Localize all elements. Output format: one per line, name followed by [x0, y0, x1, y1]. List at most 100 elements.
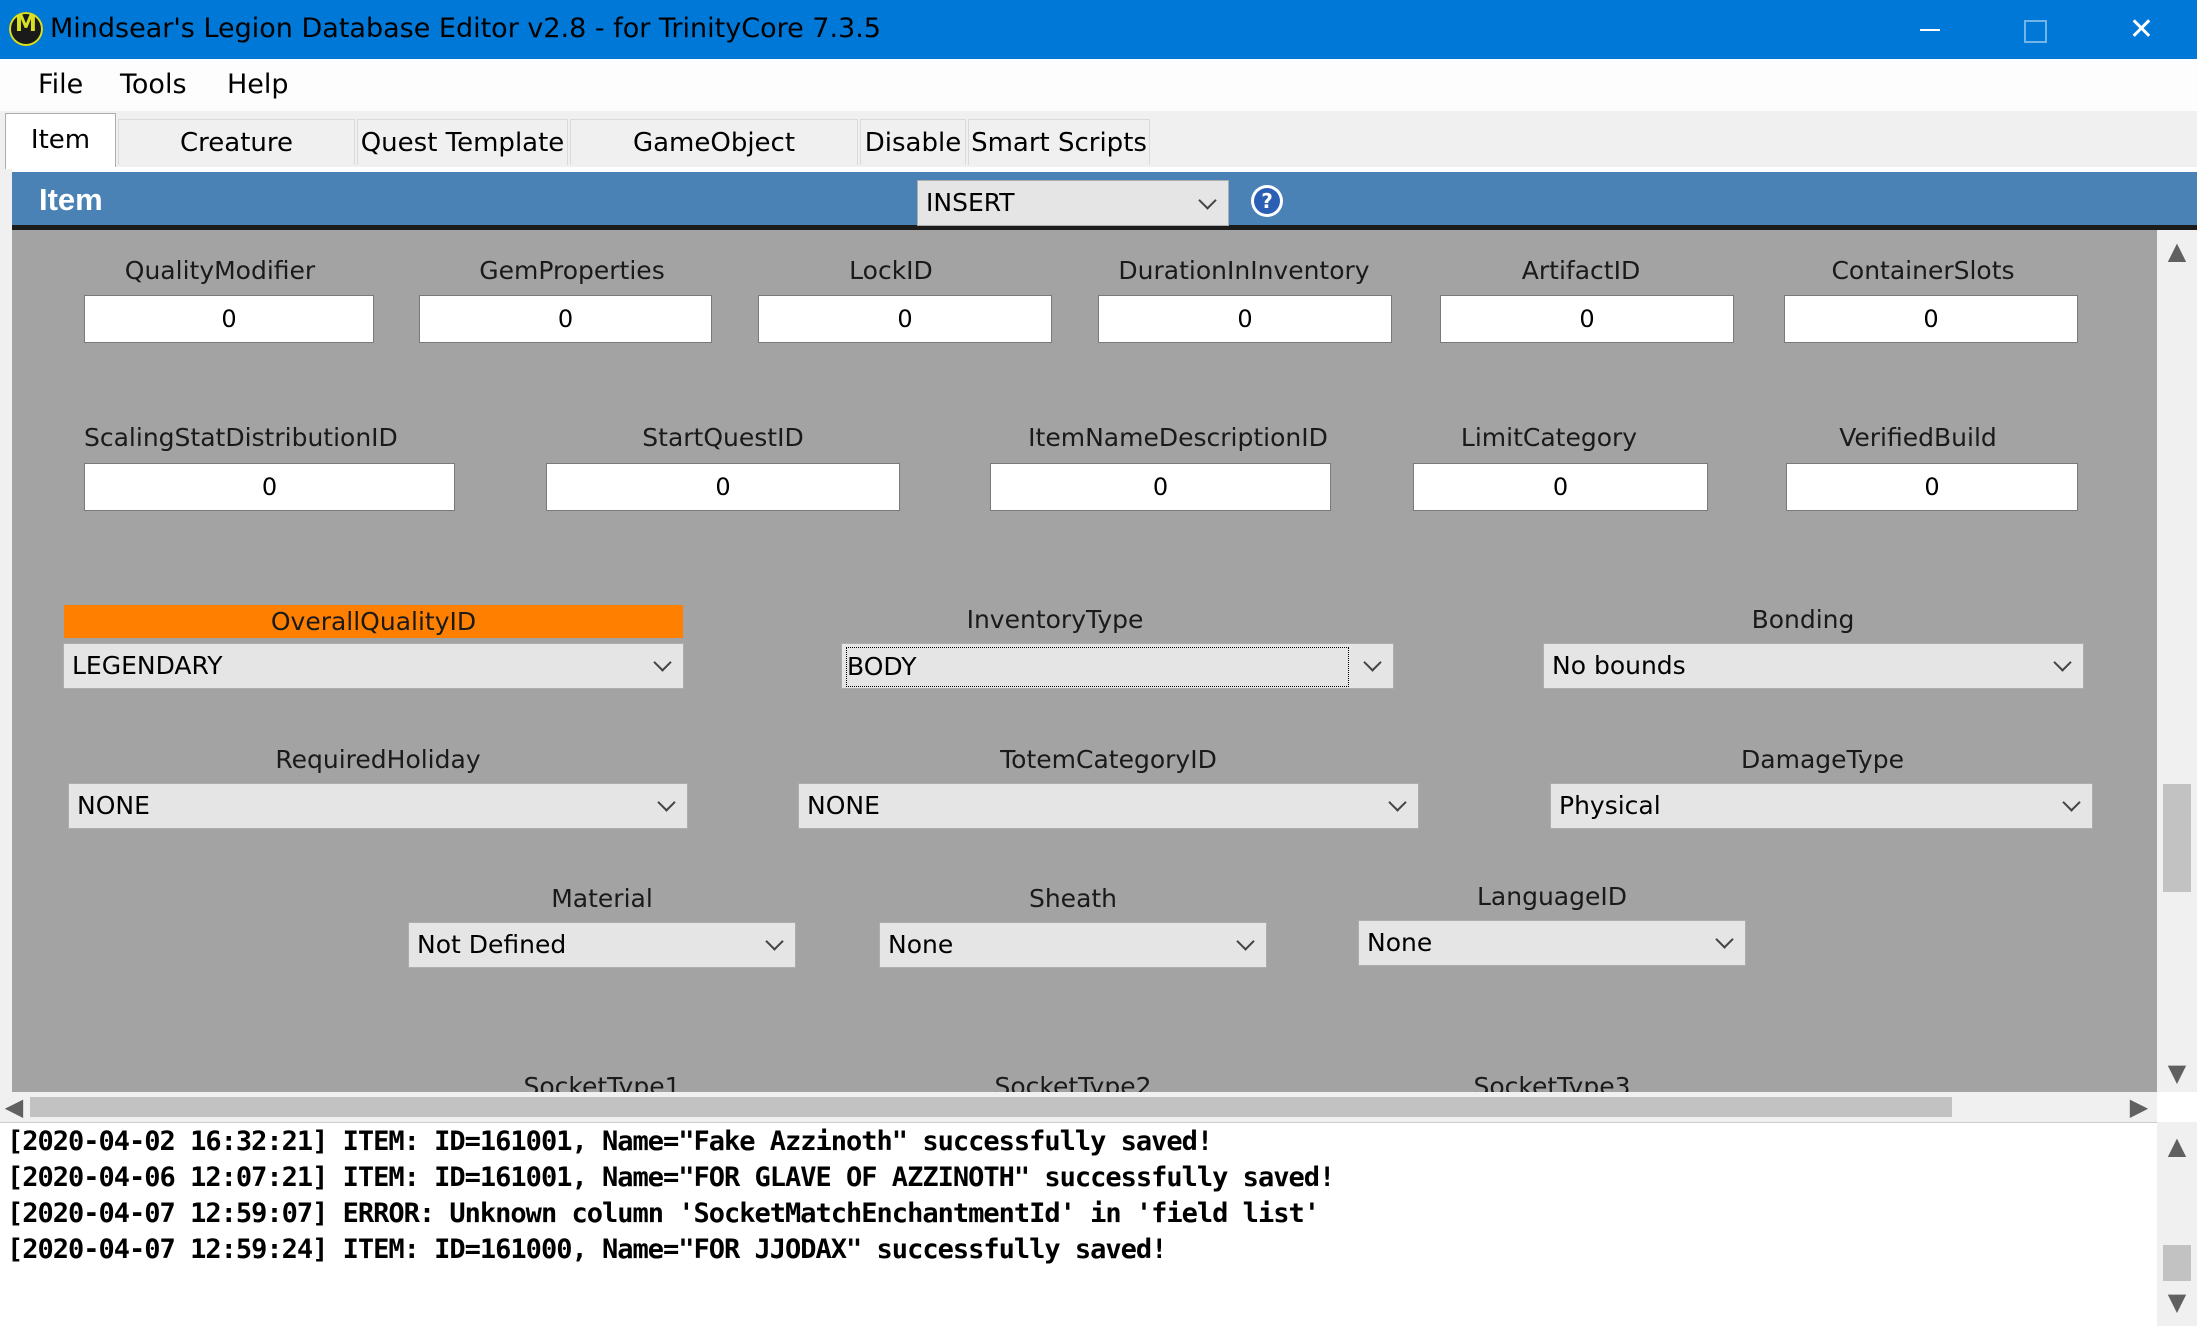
item-name-description-id-label: ItemNameDescriptionID — [1028, 423, 1328, 452]
tab-disable[interactable]: Disable — [860, 119, 966, 165]
menu-tools[interactable]: Tools — [120, 69, 187, 101]
inventory-type-label: InventoryType — [966, 605, 1144, 634]
socket-type-2-label: SocketType2 — [994, 1072, 1152, 1092]
sheath-select[interactable]: None — [879, 922, 1267, 968]
container-slots-label: ContainerSlots — [1831, 256, 2015, 285]
start-quest-id-input[interactable]: 0 — [546, 463, 900, 511]
lock-id-input[interactable]: 0 — [758, 295, 1052, 343]
language-id-select[interactable]: None — [1358, 920, 1746, 966]
help-icon: ? — [1254, 188, 1280, 214]
required-holiday-label: RequiredHoliday — [275, 745, 481, 774]
bonding-label: Bonding — [1751, 605, 1855, 634]
scroll-down-arrow-icon[interactable]: ▼ — [2157, 1058, 2197, 1088]
damage-type-label: DamageType — [1741, 745, 1904, 774]
form-vertical-scroll-thumb[interactable] — [2163, 784, 2191, 892]
duration-in-inventory-label: DurationInInventory — [1118, 256, 1370, 285]
chevron-down-icon — [1388, 793, 1407, 812]
close-button[interactable]: ✕ — [2086, 0, 2197, 59]
chevron-down-icon — [1715, 930, 1734, 949]
verified-build-input[interactable]: 0 — [1786, 463, 2078, 511]
limit-category-label: LimitCategory — [1460, 423, 1638, 452]
chevron-down-icon — [2062, 793, 2081, 812]
gem-properties-input[interactable]: 0 — [419, 295, 712, 343]
scaling-stat-distribution-id-input[interactable]: 0 — [84, 463, 455, 511]
overall-quality-id-label: OverallQualityID — [64, 605, 683, 638]
log-line: [2020-04-07 12:59:07] ERROR: Unknown col… — [7, 1198, 1320, 1229]
menu-help[interactable]: Help — [227, 69, 289, 101]
maximize-button[interactable] — [1982, 0, 2086, 59]
damage-type-select[interactable]: Physical — [1550, 783, 2093, 829]
tab-quest-template[interactable]: Quest Template — [357, 119, 568, 165]
required-holiday-select[interactable]: NONE — [68, 783, 688, 829]
gem-properties-label: GemProperties — [479, 256, 665, 285]
close-icon: ✕ — [2128, 12, 2155, 47]
log-line: [2020-04-07 12:59:24] ITEM: ID=161000, N… — [7, 1234, 1167, 1265]
language-id-value: None — [1367, 928, 1433, 957]
tab-smart-scripts[interactable]: Smart Scripts — [968, 119, 1150, 165]
socket-type-3-label: SocketType3 — [1473, 1072, 1631, 1092]
artifact-id-input[interactable]: 0 — [1440, 295, 1734, 343]
maximize-icon — [2024, 20, 2047, 43]
tab-item[interactable]: Item — [5, 113, 116, 169]
overall-quality-id-select[interactable]: LEGENDARY — [63, 643, 684, 689]
chevron-down-icon — [1198, 191, 1217, 210]
quality-modifier-label: QualityModifier — [124, 256, 316, 285]
log-scroll-up-arrow-icon[interactable]: ▲ — [2157, 1131, 2197, 1161]
socket-type-1-label: SocketType1 — [523, 1072, 681, 1092]
scroll-up-arrow-icon[interactable]: ▲ — [2157, 236, 2197, 266]
minimize-icon — [1920, 29, 1940, 31]
bonding-value: No bounds — [1552, 651, 1686, 680]
log-line: [2020-04-02 16:32:21] ITEM: ID=161001, N… — [7, 1126, 1213, 1157]
minimize-button[interactable] — [1878, 0, 1982, 59]
limit-category-input[interactable]: 0 — [1413, 463, 1708, 511]
container-slots-input[interactable]: 0 — [1784, 295, 2078, 343]
artifact-id-label: ArtifactID — [1521, 256, 1641, 285]
chevron-down-icon — [657, 793, 676, 812]
verified-build-label: VerifiedBuild — [1839, 423, 1997, 452]
material-select[interactable]: Not Defined — [408, 922, 796, 968]
chevron-down-icon — [1363, 653, 1382, 672]
form-vertical-scrollbar[interactable] — [2157, 230, 2197, 1092]
sheath-value: None — [888, 930, 954, 959]
scaling-stat-distribution-id-label: ScalingStatDistributionID — [84, 423, 398, 452]
chevron-down-icon — [765, 932, 784, 951]
menu-bar — [0, 59, 2197, 112]
log-line: [2020-04-06 12:07:21] ITEM: ID=161001, N… — [7, 1162, 1335, 1193]
scroll-left-arrow-icon[interactable]: ◀ — [0, 1092, 28, 1122]
log-scroll-thumb[interactable] — [2163, 1245, 2191, 1281]
tab-gameobject-template[interactable]: GameObject Template — [570, 119, 858, 204]
quality-modifier-input[interactable]: 0 — [84, 295, 374, 343]
totem-category-id-label: TotemCategoryID — [1000, 745, 1217, 774]
overall-quality-id-value: LEGENDARY — [72, 651, 223, 680]
chevron-down-icon — [653, 653, 672, 672]
item-form-panel[interactable]: QualityModifier 0 GemProperties 0 LockID… — [12, 230, 2157, 1092]
start-quest-id-label: StartQuestID — [642, 423, 804, 452]
help-button[interactable]: ? — [1251, 185, 1283, 217]
chevron-down-icon — [2053, 653, 2072, 672]
required-holiday-value: NONE — [77, 791, 150, 820]
material-label: Material — [551, 884, 653, 913]
log-output[interactable]: [2020-04-02 16:32:21] ITEM: ID=161001, N… — [0, 1122, 2157, 1326]
chevron-down-icon — [1236, 932, 1255, 951]
language-id-label: LanguageID — [1477, 882, 1627, 911]
page-title: Item — [39, 182, 103, 217]
material-value: Not Defined — [417, 930, 567, 959]
menu-file[interactable]: File — [38, 69, 83, 101]
item-name-description-id-input[interactable]: 0 — [990, 463, 1331, 511]
duration-in-inventory-input[interactable]: 0 — [1098, 295, 1392, 343]
mode-select[interactable]: INSERT — [917, 180, 1229, 226]
totem-category-id-select[interactable]: NONE — [798, 783, 1419, 829]
damage-type-value: Physical — [1559, 791, 1661, 820]
form-horizontal-scroll-thumb[interactable] — [30, 1097, 1952, 1117]
inventory-type-value: BODY — [846, 647, 1349, 687]
inventory-type-select[interactable]: BODY — [841, 643, 1394, 689]
bonding-select[interactable]: No bounds — [1543, 643, 2084, 689]
log-scroll-down-arrow-icon[interactable]: ▼ — [2157, 1287, 2197, 1317]
sheath-label: Sheath — [1028, 884, 1118, 913]
app-logo-icon: M — [9, 12, 43, 46]
app-logo-letter: M — [15, 12, 37, 37]
totem-category-id-value: NONE — [807, 791, 880, 820]
tab-creature-template[interactable]: Creature Template — [118, 119, 355, 204]
scroll-right-arrow-icon[interactable]: ▶ — [2124, 1092, 2154, 1122]
lock-id-label: LockID — [849, 256, 933, 285]
